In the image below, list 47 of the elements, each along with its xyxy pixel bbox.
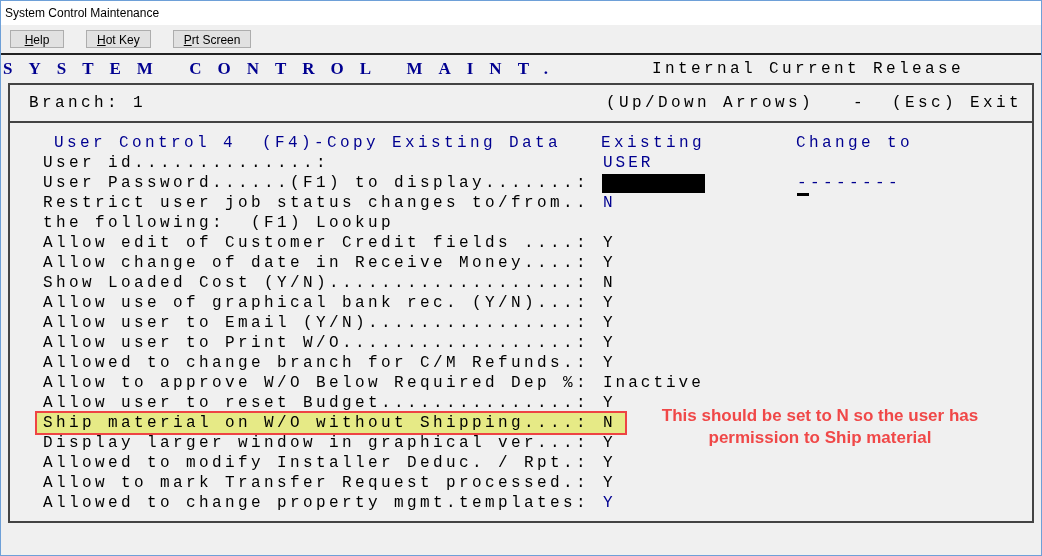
setting-label: Allow use of graphical bank rec. (Y/N)...: [43, 293, 591, 313]
setting-value: USER [602, 153, 655, 173]
setting-value: Inactive [602, 373, 705, 393]
setting-value: Y [602, 453, 617, 473]
setting-label: User Password......(F1) to display.......: [43, 173, 591, 193]
setting-value: Y [602, 353, 617, 373]
setting-label: Allow user to Email (Y/N)................: [43, 313, 591, 333]
toolbar-button[interactable]: Prt Screen [172, 30, 252, 48]
setting-value: Y [602, 233, 617, 253]
setting-value: N [602, 273, 617, 293]
setting-value: Y [602, 493, 617, 513]
setting-value: Y [602, 433, 617, 453]
section-title: User Control 4 (F4)-Copy Existing Data [53, 133, 563, 153]
setting-label: Allow user to Print W/O..................: [43, 333, 591, 353]
branch-label: Branch: 1 [29, 93, 146, 113]
release-label: Internal Current Release [652, 59, 965, 79]
setting-label: Allowed to change branch for C/M Refunds.: [43, 353, 591, 373]
setting-label: Allow change of date in Receive Money....: [43, 253, 591, 273]
setting-label: Allowed to modify Installer Deduc. / Rpt.: [43, 453, 591, 473]
key-hint: (Up/Down Arrows) - (Esc) Exit [605, 93, 1022, 113]
setting-label: Show Loaded Cost (Y/N)...................: [43, 273, 591, 293]
setting-value: Y [602, 393, 617, 413]
screen-heading: SYSTEM CONTROL MAINT. [2, 58, 565, 81]
setting-label: Ship material on W/O without Shipping....: [43, 413, 591, 433]
toolbar-button[interactable]: Help [10, 30, 64, 48]
annotation-text: This should be set to N so the user has permission to Ship material [660, 405, 980, 449]
setting-value: Y [602, 333, 617, 353]
setting-value: Y [602, 293, 617, 313]
setting-label: the following: (F1) Lookup [43, 213, 396, 233]
setting-label: Allow to mark Transfer Request processed.: [43, 473, 591, 493]
setting-label: Allow user to reset Budget...............: [43, 393, 591, 413]
toolbar-button[interactable]: Hot Key [86, 30, 151, 48]
setting-label: Allowed to change property mgmt.templates: [43, 493, 591, 513]
input-field[interactable]: -------- [797, 173, 901, 193]
setting-label: Allow to approve W/O Below Required Dep %: [43, 373, 591, 393]
column-heading: Existing [601, 133, 706, 153]
window-title: System Control Maintenance [5, 5, 160, 22]
setting-label: Allow edit of Customer Credit fields ....: [43, 233, 591, 253]
column-heading: Change to [796, 133, 913, 153]
setting-label: User id..............: [43, 153, 331, 173]
setting-value: N [602, 413, 617, 433]
setting-value: Y [602, 313, 617, 333]
setting-label: Display larger window in graphical ver...: [43, 433, 591, 453]
setting-value: Y [602, 473, 617, 493]
setting-value: N [602, 193, 617, 213]
setting-value: Y [602, 253, 617, 273]
setting-label: Restrict user job status changes to/from.. [43, 193, 591, 213]
